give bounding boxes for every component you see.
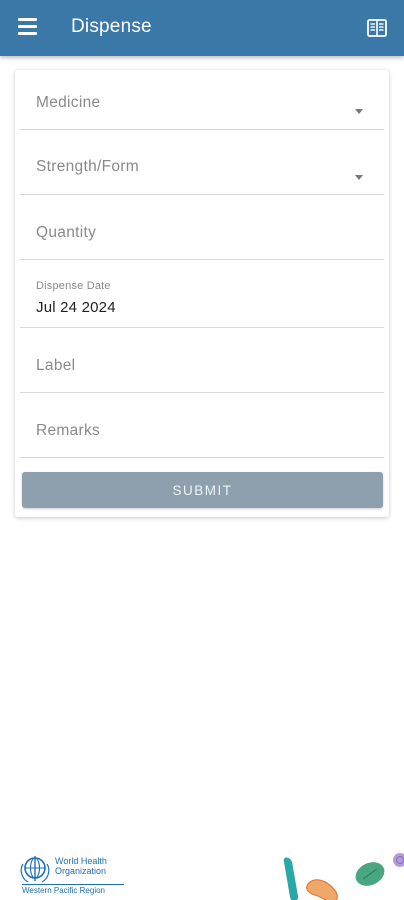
quantity-placeholder: Quantity [36, 224, 97, 241]
dispense-date-field[interactable]: Dispense Date Jul 24 2024 [20, 260, 384, 328]
page-title: Dispense [71, 16, 152, 37]
who-emblem-icon [20, 856, 50, 883]
medicine-select[interactable]: Medicine [20, 70, 384, 130]
dispense-date-value: Jul 24 2024 [36, 299, 116, 316]
medicine-label: Medicine [36, 94, 101, 111]
menu-button[interactable] [18, 18, 38, 36]
label-input[interactable]: Label [20, 328, 384, 393]
hamburger-menu-icon [18, 18, 38, 35]
open-book-icon [367, 19, 387, 37]
book-button[interactable] [366, 17, 388, 39]
app-bar: Dispense [0, 0, 404, 56]
submit-button[interactable]: SUBMIT [22, 472, 383, 508]
dispense-date-label: Dispense Date [36, 280, 111, 292]
strength-form-select[interactable]: Strength/Form [20, 130, 384, 195]
who-org-name: World Health Organization [55, 856, 107, 876]
strength-form-label: Strength/Form [36, 158, 139, 175]
dropdown-arrow-icon [355, 109, 363, 114]
who-logo: World Health Organization Western Pacifi… [18, 852, 128, 896]
remarks-placeholder: Remarks [36, 422, 101, 439]
dispense-form-card: Medicine Strength/Form Quantity Dispense… [15, 70, 389, 517]
remarks-input[interactable]: Remarks [20, 393, 384, 458]
dropdown-arrow-icon [355, 175, 363, 180]
label-placeholder: Label [36, 357, 76, 374]
quantity-input[interactable]: Quantity [20, 195, 384, 260]
medicine-pills-illustration [283, 853, 404, 900]
who-region-name: Western Pacific Region [22, 884, 124, 895]
